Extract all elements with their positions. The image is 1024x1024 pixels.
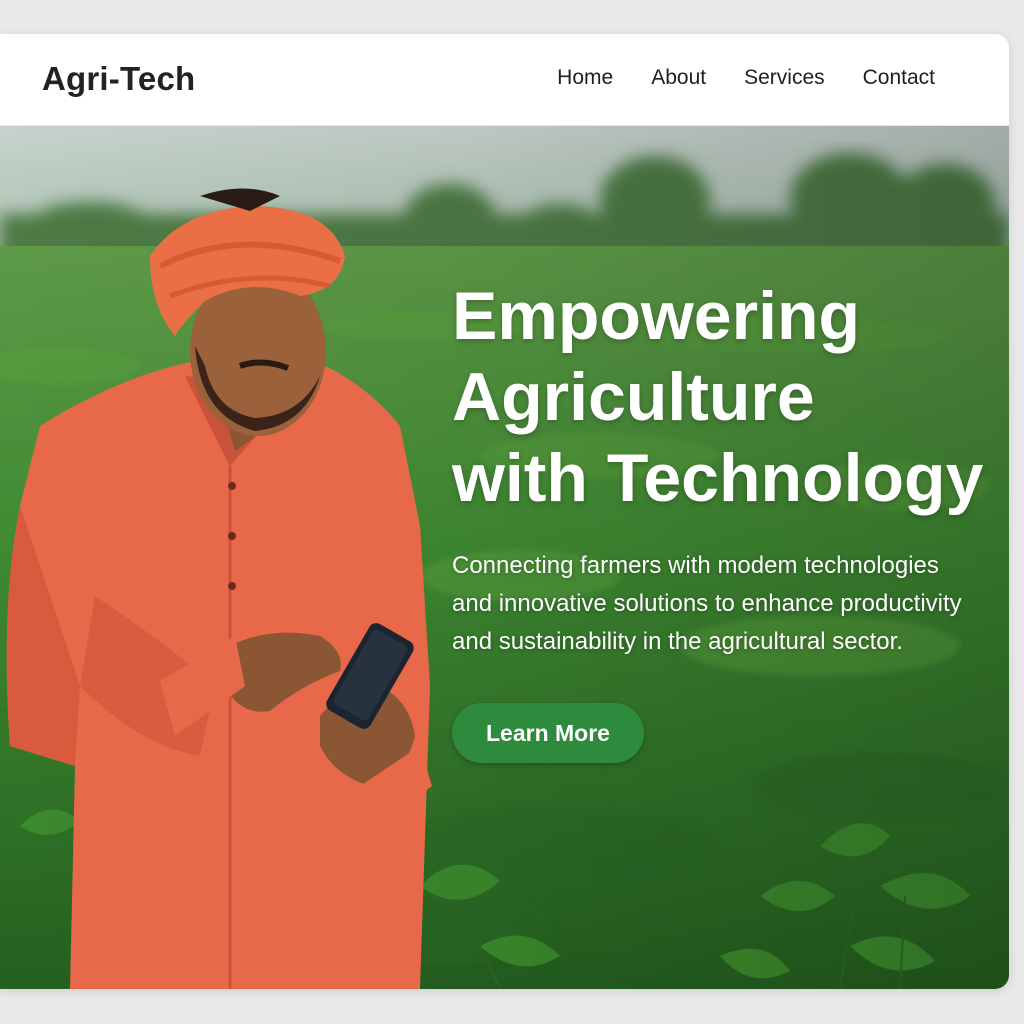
hero-title: Empowering Agriculture with Technology [452, 276, 1009, 519]
nav-link-about[interactable]: About [651, 66, 706, 90]
browser-window: Agri-Tech Home About Services Contact Em… [0, 34, 1009, 989]
nav-link-services[interactable]: Services [744, 66, 825, 90]
hero-title-line: Agriculture [452, 359, 815, 435]
hero-section: Empowering Agriculture with Technology C… [0, 126, 1009, 989]
hero-content: Empowering Agriculture with Technology C… [452, 276, 1009, 763]
hero-title-line: with Technology [452, 440, 984, 516]
hero-title-line: Empowering [452, 278, 861, 354]
navbar: Agri-Tech Home About Services Contact [0, 34, 1009, 126]
brand-logo[interactable]: Agri-Tech [42, 60, 195, 98]
nav-menu: Home About Services Contact [557, 66, 935, 90]
nav-link-home[interactable]: Home [557, 66, 613, 90]
learn-more-button[interactable]: Learn More [452, 703, 644, 763]
hero-subtitle: Connecting farmers with modem technologi… [452, 552, 962, 655]
nav-link-contact[interactable]: Contact [863, 66, 935, 90]
